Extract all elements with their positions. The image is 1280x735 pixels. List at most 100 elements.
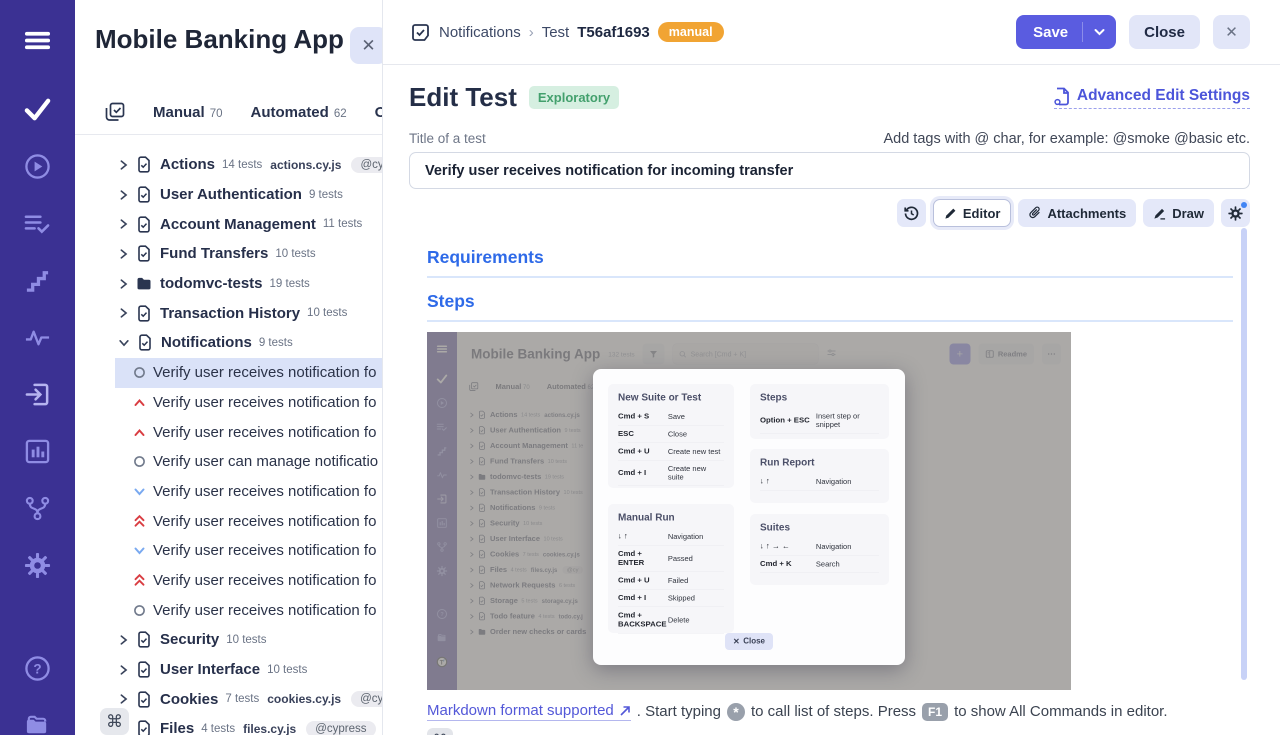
tree-suite-row[interactable]: User Authentication9 tests xyxy=(115,180,383,210)
shortcut-group-title: Steps xyxy=(760,392,879,404)
tree-test-row[interactable]: Verify user receives notification fo xyxy=(115,566,383,596)
shortcut-action: Skipped xyxy=(668,594,695,603)
footer-text-2: to call list of steps. Press xyxy=(751,703,916,720)
tree-suite-row[interactable]: Files4 testsfiles.cy.js@cypress xyxy=(115,714,383,735)
sidebar-tab-automated[interactable]: Automated62 xyxy=(250,104,346,121)
test-file-icon xyxy=(137,334,153,351)
sign-in-icon[interactable] xyxy=(23,379,53,409)
pencil-icon xyxy=(944,207,957,220)
tree-test-row[interactable]: Verify user receives notification fo xyxy=(115,506,383,536)
tree-test-row[interactable]: Verify user receives notification fo xyxy=(115,358,383,388)
editor-toolbar: Editor Attachments Draw xyxy=(409,199,1250,227)
editor-footer-hint: Markdown format supported . Start typing… xyxy=(427,702,1233,721)
git-branch-icon[interactable] xyxy=(23,493,53,523)
pulse-icon[interactable] xyxy=(23,322,53,352)
shortcut-group-title: New Suite or Test xyxy=(618,392,724,404)
settings-gear-icon[interactable] xyxy=(23,550,53,580)
shortcut-keys: Cmd + U xyxy=(618,447,668,456)
tree-suite-row[interactable]: todomvc-tests19 tests xyxy=(115,269,383,299)
priority-normal-icon xyxy=(133,455,146,468)
priority-normal-icon xyxy=(133,366,146,379)
shortcut-action: Navigation xyxy=(816,542,851,551)
history-icon xyxy=(904,206,919,221)
shortcut-action: Create new suite xyxy=(668,465,724,482)
footer-command-key-badge[interactable]: ⌘ xyxy=(427,728,453,735)
shortcut-action: Passed xyxy=(668,554,693,563)
shortcut-keys: ↓ ↑ xyxy=(618,532,668,541)
shortcut-action: Navigation xyxy=(668,532,703,541)
shortcut-row: Cmd + UFailed xyxy=(618,572,724,590)
tree-test-row[interactable]: Verify user receives notification fo xyxy=(115,477,383,507)
draw-tab-button[interactable]: Draw xyxy=(1143,199,1214,227)
markdown-supported-link[interactable]: Markdown format supported xyxy=(427,702,631,721)
tree-suite-row[interactable]: Security10 tests xyxy=(115,625,383,655)
tree-test-row[interactable]: Verify user receives notification fo xyxy=(115,388,383,418)
menu-icon[interactable] xyxy=(23,25,53,55)
tree-test-row[interactable]: Verify user receives notification fo xyxy=(115,595,383,625)
steps-section-header[interactable]: Steps xyxy=(427,291,1233,322)
shortcut-row: ESCClose xyxy=(618,426,724,444)
tree-test-row[interactable]: Verify user receives notification fo xyxy=(115,417,383,447)
suite-label: Transaction History xyxy=(160,305,300,322)
requirements-section-header[interactable]: Requirements xyxy=(427,247,1233,278)
save-caret-icon[interactable] xyxy=(1083,28,1116,36)
tests-check-icon[interactable] xyxy=(23,94,53,124)
analytics-icon[interactable] xyxy=(23,436,53,466)
shortcut-action: Save xyxy=(668,412,685,421)
f1-key-badge: F1 xyxy=(922,703,948,721)
suite-test-count: 10 tests xyxy=(275,248,315,260)
breadcrumb-section[interactable]: Notifications xyxy=(439,24,521,41)
shortcut-group-title: Suites xyxy=(760,522,879,534)
content-scrollbar[interactable] xyxy=(1241,228,1247,680)
tree-suite-row[interactable]: Cookies7 testscookies.cy.js@cypress xyxy=(115,684,383,714)
close-button[interactable]: Close xyxy=(1129,15,1200,49)
advanced-edit-settings-link[interactable]: Advanced Edit Settings xyxy=(1054,87,1250,109)
shortcut-keys: Cmd + BACKSPACE xyxy=(618,611,668,629)
attachments-tab-button[interactable]: Attachments xyxy=(1018,199,1136,227)
chevron-right-icon xyxy=(118,634,129,646)
tree-test-row[interactable]: Verify user can manage notificatio xyxy=(115,447,383,477)
editor-tab-button[interactable]: Editor xyxy=(933,199,1012,227)
shortcut-group-title: Manual Run xyxy=(618,512,724,524)
steps-screenshot-attachment[interactable]: ? T Mobile Banking App 132 tests Search … xyxy=(427,332,1071,690)
dismiss-button[interactable]: ✕ xyxy=(1213,15,1250,49)
star-key-badge: * xyxy=(727,703,745,721)
tree-suite-row[interactable]: Actions14 testsactions.cy.js@cypress xyxy=(115,150,383,180)
shortcut-group-title: Run Report xyxy=(760,457,879,469)
sidebar-tab-ou[interactable]: Ou xyxy=(375,104,383,121)
tree-suite-row[interactable]: Notifications9 tests xyxy=(115,328,383,358)
editor-settings-button[interactable] xyxy=(1221,199,1250,227)
priority-critical-icon xyxy=(133,573,146,587)
tree-test-row[interactable]: Verify user receives notification fo xyxy=(115,536,383,566)
steps-icon[interactable] xyxy=(23,265,53,295)
sidebar-tab-manual[interactable]: Manual70 xyxy=(153,104,222,121)
chevron-right-icon xyxy=(118,664,129,676)
topbar: Notifications › Test T56af1693 manual Sa… xyxy=(383,0,1280,65)
tree-suite-row[interactable]: Transaction History10 tests xyxy=(115,298,383,328)
tree-suite-row[interactable]: Account Management11 tests xyxy=(115,209,383,239)
help-icon[interactable]: ? xyxy=(23,653,53,683)
save-button[interactable]: Save xyxy=(1016,15,1116,49)
shortcut-action: Navigation xyxy=(816,477,851,486)
shortcut-keys: Cmd + U xyxy=(618,576,668,585)
chevron-right-icon xyxy=(118,307,129,319)
history-button[interactable] xyxy=(897,199,926,227)
tree-suite-row[interactable]: User Interface10 tests xyxy=(115,655,383,685)
shortcut-keys: ↓ ↑ xyxy=(760,477,816,486)
projects-folder-icon[interactable] xyxy=(23,710,53,735)
test-type-badge: Exploratory xyxy=(529,86,619,109)
svg-text:?: ? xyxy=(33,661,41,676)
icon-rail: ? T xyxy=(0,0,75,735)
tree-suite-row[interactable]: Fund Transfers10 tests xyxy=(115,239,383,269)
test-label: Verify user receives notification fo xyxy=(153,542,376,559)
test-title-input[interactable] xyxy=(409,152,1250,189)
sidebar-close-button[interactable]: ✕ xyxy=(350,27,383,64)
runs-play-icon[interactable] xyxy=(23,151,53,181)
breadcrumb-test-id[interactable]: T56af1693 xyxy=(577,24,650,41)
command-key-badge[interactable]: ⌘ xyxy=(100,708,129,735)
shortcut-action: Failed xyxy=(668,576,688,585)
gear-icon xyxy=(1228,206,1243,221)
test-plans-icon[interactable] xyxy=(23,208,53,238)
shortcut-keys: Option + ESC xyxy=(760,416,816,425)
shortcut-row: ↓ ↑Navigation xyxy=(760,473,879,491)
